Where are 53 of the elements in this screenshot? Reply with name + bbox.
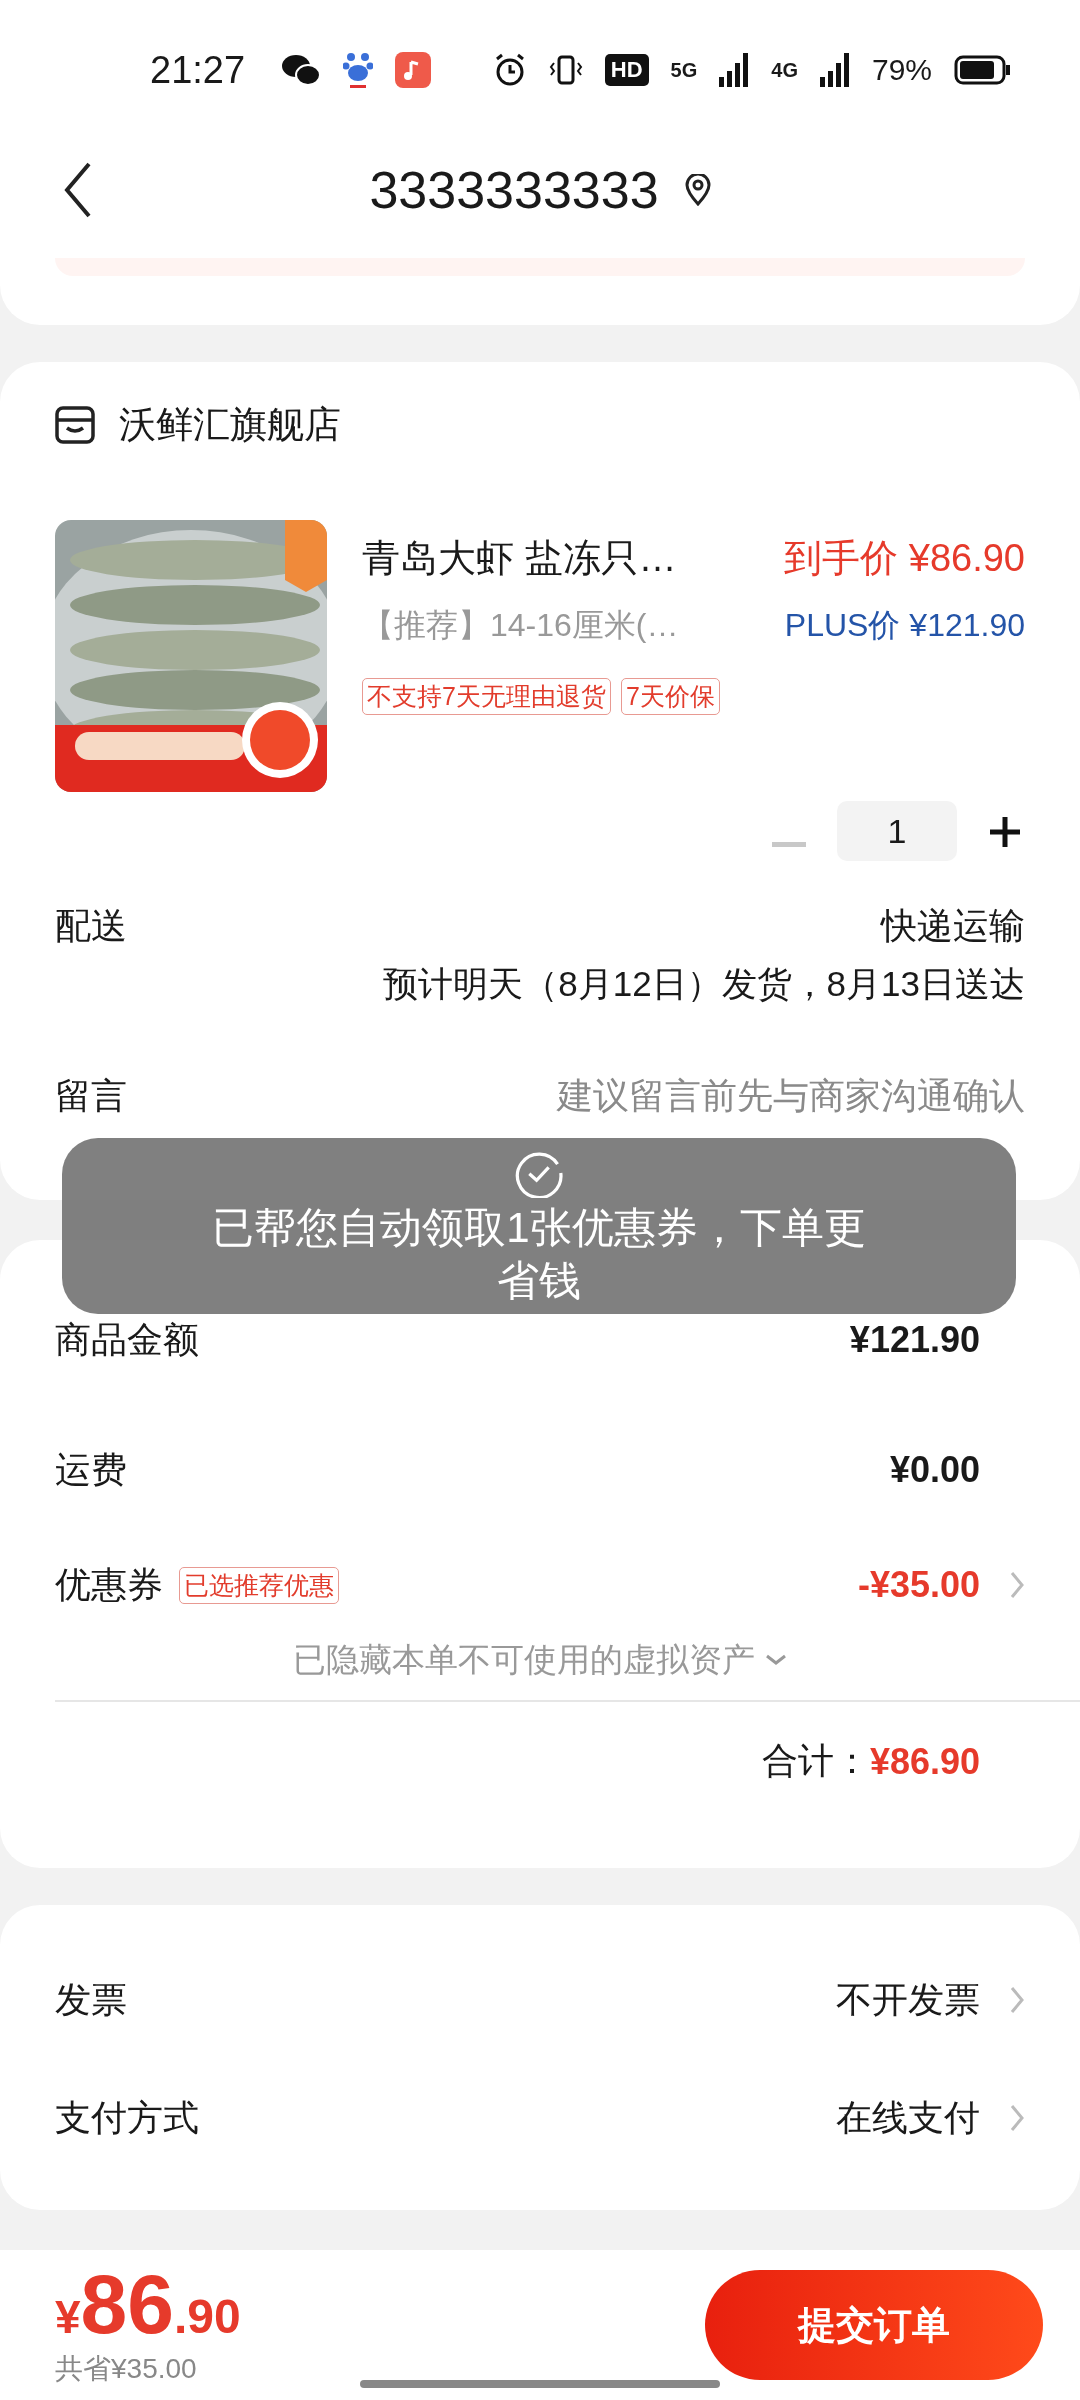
- music-note-icon: [395, 52, 432, 88]
- network-label: 5G: [670, 58, 698, 82]
- delivery-label: 配送: [55, 903, 127, 948]
- paw-icon: [343, 51, 374, 89]
- plus-price: PLUS价 ¥121.90: [784, 606, 1025, 645]
- network-label: 4G: [771, 58, 798, 82]
- hd-badge: HD: [604, 54, 649, 86]
- chevron-down-icon: [765, 1654, 787, 1666]
- chevron-right-icon[interactable]: [1009, 2103, 1025, 2133]
- submit-order-button[interactable]: 提交订单: [705, 2270, 1043, 2380]
- chat-bubbles-icon: [281, 53, 322, 87]
- product-title: 青岛大虾 盐冻只…: [362, 535, 677, 581]
- summary-label: 商品金额: [55, 1317, 199, 1362]
- battery-percent: 79%: [871, 53, 932, 87]
- address-title: 3333333333: [369, 160, 659, 220]
- coupon-badge: 已选推荐优惠: [179, 1566, 339, 1604]
- summary-value: -¥35.00: [857, 1564, 980, 1606]
- minus-icon: [772, 842, 806, 848]
- signal-icon: [719, 53, 750, 87]
- total-value: ¥86.90: [869, 1740, 980, 1783]
- option-value[interactable]: 在线支付: [836, 2093, 980, 2143]
- chevron-left-icon: [63, 160, 93, 220]
- store-icon: [55, 405, 95, 444]
- vibrate-icon: [548, 53, 583, 87]
- summary-label: 优惠券: [55, 1562, 163, 1607]
- message-label: 留言: [55, 1073, 127, 1118]
- total-label: 合计：: [761, 1739, 870, 1783]
- service-tag: 7天价保: [620, 678, 720, 715]
- summary-value: ¥0.00: [889, 1449, 980, 1491]
- product-spec: 【推荐】14-16厘米(…: [362, 606, 679, 645]
- chevron-right-icon[interactable]: [1009, 1570, 1025, 1600]
- store-name: 沃鲜汇旗舰店: [119, 402, 341, 447]
- status-time: 21:27: [150, 48, 246, 92]
- price-integer: 86: [80, 2262, 175, 2346]
- battery-icon: [954, 55, 1012, 85]
- option-value[interactable]: 不开发票: [836, 1975, 980, 2025]
- delivery-method: 快递运输: [881, 903, 1025, 948]
- location-pin-icon: [684, 174, 711, 206]
- quantity-field[interactable]: 1: [837, 801, 957, 861]
- option-label: 发票: [55, 1977, 127, 2022]
- currency-symbol: ¥: [55, 2290, 81, 2344]
- chevron-right-icon[interactable]: [1009, 1985, 1025, 2015]
- summary-value: ¥121.90: [849, 1319, 980, 1361]
- toast-message: 已帮您自动领取1张优惠券，下单更省钱: [211, 1203, 867, 1306]
- option-label: 支付方式: [55, 2095, 199, 2140]
- service-tag: 不支持7天无理由退货: [362, 678, 611, 715]
- summary-label: 运费: [55, 1447, 127, 1492]
- plus-icon: [989, 816, 1021, 848]
- final-price: 到手价 ¥86.90: [784, 535, 1025, 581]
- savings-text: 共省¥35.00: [55, 2352, 198, 2386]
- price-decimal: .90: [174, 2289, 241, 2344]
- delivery-estimate: 预计明天（8月12日）发货，8月13日送达: [383, 962, 1025, 1005]
- signal-icon: [819, 53, 850, 87]
